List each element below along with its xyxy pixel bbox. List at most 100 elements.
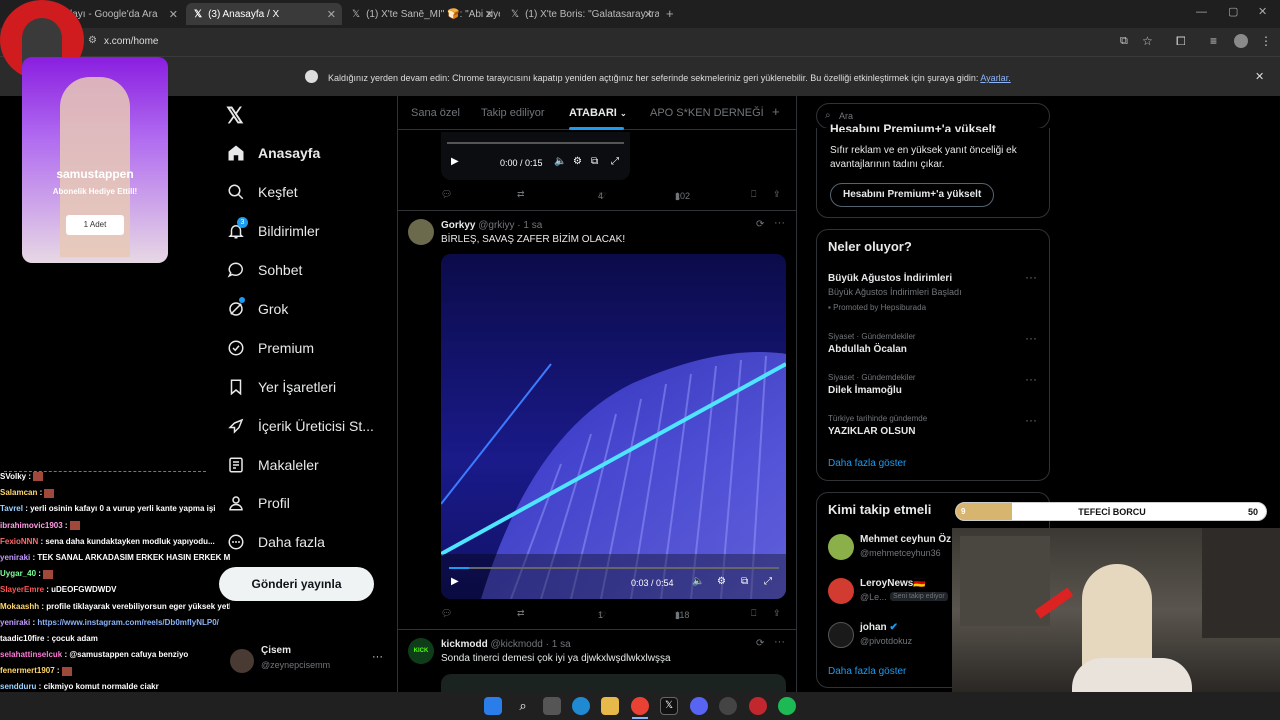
close-icon[interactable]: ✕ — [327, 8, 336, 21]
x-home-logo-icon[interactable]: 𝕏 — [226, 103, 244, 129]
settings-icon[interactable]: ⚙ — [717, 576, 726, 587]
show-more-link[interactable]: Daha fazla göster — [828, 666, 906, 677]
volume-icon[interactable]: 🔈 — [554, 156, 566, 167]
edge-icon[interactable] — [572, 697, 590, 715]
install-app-icon[interactable]: ⧉ — [1120, 35, 1128, 48]
video-player[interactable]: ▶ 0:03 / 0:54 🔈 ⚙ ⧉ ⤢ — [441, 254, 786, 599]
nav-item-premium[interactable]: Premium — [226, 336, 314, 360]
trend-item[interactable]: Büyük Ağustos İndirimleri Büyük Ağustos … — [817, 266, 1049, 316]
repost-icon[interactable]: ⇄ — [517, 608, 525, 619]
grok-actions-icon[interactable]: ⟳ — [756, 638, 764, 649]
author-name[interactable]: Gorkyy — [441, 220, 475, 231]
url-field[interactable]: x.com/home — [104, 36, 158, 47]
nav-item-profile[interactable]: Profil — [226, 491, 290, 515]
upgrade-premium-button[interactable]: Hesabını Premium+'a yükselt — [830, 183, 995, 207]
chat-username[interactable]: Mokaashh — [0, 602, 39, 611]
tab-atabari[interactable]: ATABARI ⌄ — [569, 107, 627, 119]
site-settings-icon[interactable]: ⚙ — [88, 35, 97, 46]
tab-following[interactable]: Takip ediliyor — [481, 107, 545, 119]
bookmark-icon[interactable]: ⎕ — [751, 189, 756, 200]
media-icon[interactable]: ≡ — [1210, 34, 1217, 48]
settings-link[interactable]: Ayarlar. — [980, 73, 1010, 83]
trend-more-icon[interactable]: ··· — [1025, 270, 1037, 284]
post-media[interactable] — [441, 674, 786, 692]
chat-username[interactable]: taadic10fire — [0, 634, 44, 643]
extensions-icon[interactable]: ⧠ — [1176, 34, 1186, 49]
close-icon[interactable]: ✕ — [169, 8, 178, 21]
nav-item-explore[interactable]: Keşfet — [226, 180, 298, 204]
bookmark-star-icon[interactable]: ☆ — [1142, 34, 1153, 48]
chat-username[interactable]: Uygar_40 — [0, 569, 36, 578]
browser-tab-active[interactable]: 𝕏 (3) Anasayfa / X ✕ — [186, 3, 342, 25]
new-tab-icon[interactable]: + — [666, 6, 674, 21]
repost-icon[interactable]: ⇄ — [517, 189, 525, 200]
trend-more-icon[interactable]: ··· — [1025, 331, 1037, 345]
minimize-icon[interactable]: — — [1196, 6, 1207, 18]
video-progress-track[interactable] — [449, 567, 779, 569]
chat-username[interactable]: sendduru — [0, 682, 36, 691]
share-icon[interactable]: ⇪ — [773, 608, 781, 619]
chat-username[interactable]: fenermert1907 — [0, 666, 55, 675]
nav-item-more[interactable]: Daha fazla — [226, 530, 325, 554]
chat-username[interactable]: SlayerEmre — [0, 585, 44, 594]
nav-item-bookmarks[interactable]: Yer İşaretleri — [226, 375, 336, 399]
browser-tab[interactable]: 𝕏 (1) X'te Boris: "Galatasaray tran...✕ — [503, 3, 659, 25]
play-icon[interactable]: ▶ — [451, 576, 459, 587]
chat-username[interactable]: FexioNNN — [0, 537, 38, 546]
browser-tab[interactable]: 𝕏 (1) X'te Sanē_MI" 🍞: "Abi ziyec...✕ — [344, 3, 500, 25]
chat-username[interactable]: selahattinselcuk — [0, 650, 62, 659]
nav-item-articles[interactable]: Makaleler — [226, 453, 319, 477]
video-player[interactable]: ▶ 0:00 / 0:15 🔈 ⚙ ⧉ ⤢ — [441, 132, 630, 180]
maximize-icon[interactable]: ▢ — [1228, 5, 1238, 18]
discord-icon[interactable] — [690, 697, 708, 715]
grok-actions-icon[interactable]: ⟳ — [756, 219, 764, 230]
pip-icon[interactable]: ⧉ — [741, 576, 748, 587]
trend-more-icon[interactable]: ··· — [1025, 372, 1037, 386]
avatar[interactable] — [408, 219, 434, 245]
nav-item-chat[interactable]: Sohbet — [226, 258, 302, 282]
account-switcher[interactable]: Çisem @zeynepcisemm ··· — [228, 643, 388, 677]
play-icon[interactable]: ▶ — [451, 156, 459, 167]
pip-icon[interactable]: ⧉ — [591, 156, 598, 167]
fullscreen-icon[interactable]: ⤢ — [611, 156, 619, 167]
chat-username[interactable]: yeniraki — [0, 553, 30, 562]
nav-item-grok[interactable]: Grok — [226, 297, 288, 321]
windows-start-icon[interactable] — [484, 697, 502, 715]
author-handle[interactable]: @kickmodd — [490, 639, 542, 650]
trend-item[interactable]: Siyaset · Gündemdekiler Abdullah Öcalan … — [817, 328, 1049, 362]
obs-icon[interactable] — [719, 697, 737, 715]
post-button[interactable]: Gönderi yayınla — [219, 567, 374, 601]
account-menu-icon[interactable]: ··· — [372, 651, 383, 663]
nav-item-notifications[interactable]: 3 Bildirimler — [226, 217, 319, 243]
volume-icon[interactable]: 🔈 — [692, 576, 704, 587]
post-more-icon[interactable]: ··· — [774, 636, 785, 648]
chat-username[interactable]: Tavrel — [0, 504, 23, 513]
chat-username[interactable]: Salamcan — [0, 488, 37, 497]
reply-icon[interactable]: 💬︎ — [441, 189, 452, 200]
author-handle[interactable]: @grkiyy — [478, 220, 514, 231]
task-view-icon[interactable] — [543, 697, 561, 715]
bookmark-icon[interactable]: ⎕ — [751, 608, 756, 619]
nav-item-creator-studio[interactable]: İçerik Üreticisi St... — [226, 414, 374, 438]
post-more-icon[interactable]: ··· — [774, 217, 785, 229]
fullscreen-icon[interactable]: ⤢ — [764, 576, 772, 587]
file-explorer-icon[interactable] — [601, 697, 619, 715]
opera-icon[interactable] — [749, 697, 767, 715]
search-icon[interactable]: ⌕ — [514, 697, 532, 715]
tab-apo-dernegi[interactable]: APO S*KEN DERNEĞİ — [650, 107, 764, 119]
avatar[interactable]: KICK — [408, 638, 434, 664]
trend-item[interactable]: Siyaset · Gündemdekiler Dilek İmamoğlu ·… — [817, 369, 1049, 403]
tab-for-you[interactable]: Sana özel — [411, 107, 460, 119]
chat-username[interactable]: ibrahimovic1903 — [0, 521, 63, 530]
chrome-icon[interactable] — [631, 697, 649, 715]
chat-username[interactable]: yeniraki — [0, 618, 30, 627]
trend-item[interactable]: Türkiye tarihinde gündemde YAZIKLAR OLSU… — [817, 410, 1049, 444]
reply-icon[interactable]: 💬︎ — [441, 608, 452, 619]
spotify-icon[interactable] — [778, 697, 796, 715]
video-progress-track[interactable] — [447, 142, 624, 144]
chrome-menu-icon[interactable]: ⋮ — [1260, 34, 1272, 48]
share-icon[interactable]: ⇪ — [773, 189, 781, 200]
add-list-icon[interactable]: + — [772, 104, 780, 119]
close-icon[interactable]: ✕ — [485, 8, 494, 21]
x-app-icon[interactable]: 𝕏 — [660, 697, 678, 715]
